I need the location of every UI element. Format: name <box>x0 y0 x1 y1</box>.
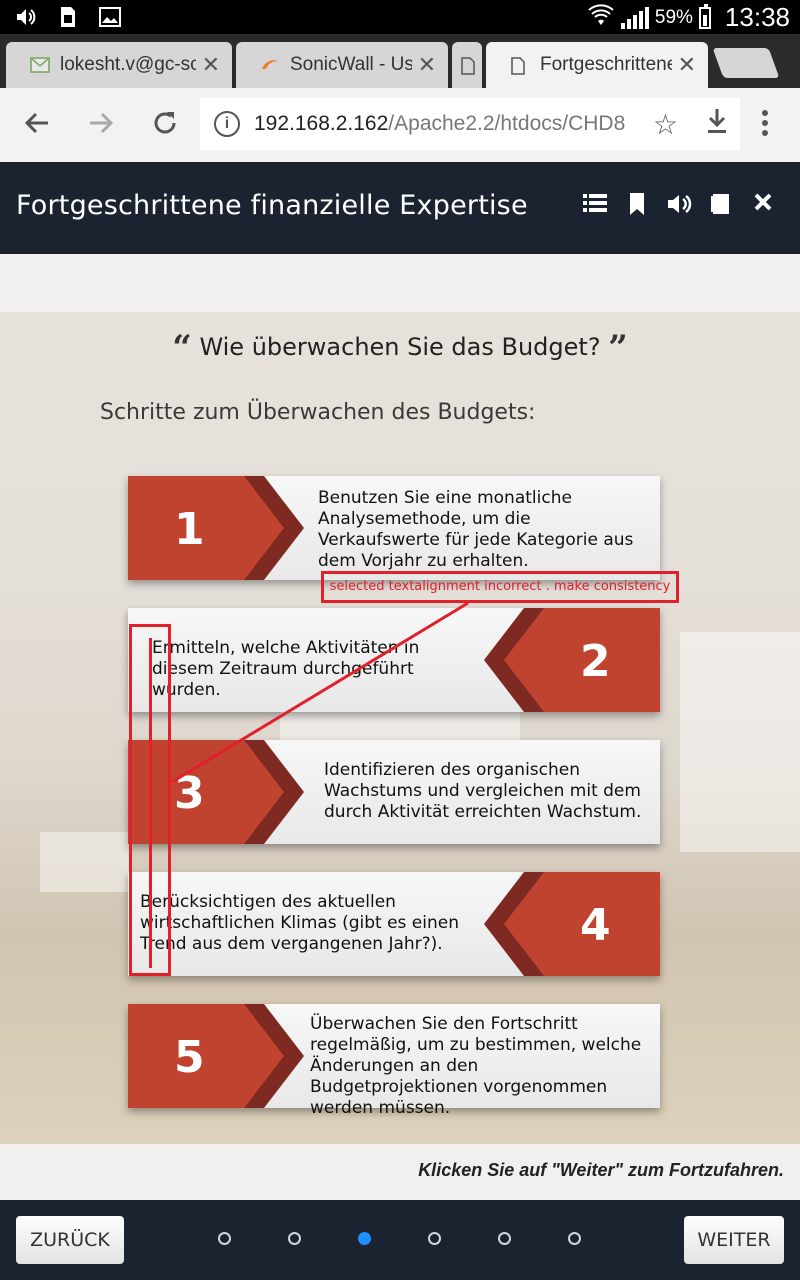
browser-tab[interactable]: SonicWall - User ✕ <box>236 42 448 88</box>
image-icon <box>98 5 122 29</box>
page-dot[interactable] <box>428 1232 441 1245</box>
clock: 13:38 <box>724 2 790 32</box>
mail-icon <box>30 57 50 73</box>
battery-level: 59% <box>654 6 693 28</box>
notes-icon[interactable] <box>708 192 734 218</box>
browser-tab-strip: lokesht.v@gc-sc ✕ SonicWall - User ✕ For… <box>0 34 800 88</box>
download-icon[interactable] <box>704 106 730 143</box>
menu-list-icon[interactable] <box>582 192 608 218</box>
volume-icon <box>14 5 38 29</box>
close-tab-icon[interactable]: ✕ <box>202 52 220 78</box>
course-title: Fortgeschrittene finanzielle Expertise <box>16 190 528 221</box>
signal-icon <box>620 6 649 29</box>
info-icon[interactable]: i <box>214 111 240 137</box>
page-dot[interactable] <box>218 1232 231 1245</box>
star-icon[interactable]: ☆ <box>653 108 678 141</box>
wifi-icon <box>587 3 615 33</box>
page-dots <box>218 1232 581 1245</box>
back-arrow-icon[interactable] <box>20 108 54 142</box>
page-icon <box>460 57 476 75</box>
url-field[interactable]: i 192.168.2.162/Apache2.2/htdocs/CHD8 ☆ <box>200 98 740 150</box>
close-icon[interactable] <box>750 192 776 218</box>
back-button[interactable]: ZURÜCK <box>16 1216 124 1264</box>
page-dot[interactable] <box>498 1232 511 1245</box>
status-bar: 59% 13:38 <box>0 0 800 34</box>
sim-icon <box>56 5 80 29</box>
reload-icon[interactable] <box>148 108 182 142</box>
next-button[interactable]: WEITER <box>684 1216 784 1264</box>
slide-content: “ Wie überwachen Sie das Budget? ” Schri… <box>0 254 800 1200</box>
more-menu-icon[interactable] <box>760 108 770 138</box>
bottom-navigation: ZURÜCK WEITER <box>0 1200 800 1280</box>
footer-strip: Klicken Sie auf "Weiter" zum Fortzufahre… <box>0 1144 800 1200</box>
browser-tab[interactable]: lokesht.v@gc-sc ✕ <box>6 42 232 88</box>
continue-hint: Klicken Sie auf "Weiter" zum Fortzufahre… <box>418 1160 784 1180</box>
close-tab-icon[interactable]: ✕ <box>678 52 696 78</box>
battery-icon <box>698 3 711 29</box>
page-dot[interactable] <box>568 1232 581 1245</box>
new-tab-button[interactable] <box>712 48 780 78</box>
audio-icon[interactable] <box>666 192 692 218</box>
course-header: Fortgeschrittene finanzielle Expertise <box>0 162 800 254</box>
url-text: 192.168.2.162/Apache2.2/htdocs/CHD8 <box>254 112 626 135</box>
page-icon <box>510 57 530 75</box>
close-tab-icon[interactable]: ✕ <box>418 52 436 78</box>
address-bar: i 192.168.2.162/Apache2.2/htdocs/CHD8 ☆ <box>0 88 800 162</box>
browser-tab-active[interactable]: Fortgeschrittene ✕ <box>486 42 708 88</box>
page-dot-active[interactable] <box>358 1232 371 1245</box>
browser-tab[interactable] <box>452 42 482 88</box>
sonicwall-icon <box>260 57 280 73</box>
forward-arrow-icon[interactable] <box>84 108 118 142</box>
page-dot[interactable] <box>288 1232 301 1245</box>
annotation-label: selected textalignment incorrect . make … <box>321 571 679 603</box>
annotation-connector <box>171 601 469 784</box>
bookmark-icon[interactable] <box>624 192 650 218</box>
